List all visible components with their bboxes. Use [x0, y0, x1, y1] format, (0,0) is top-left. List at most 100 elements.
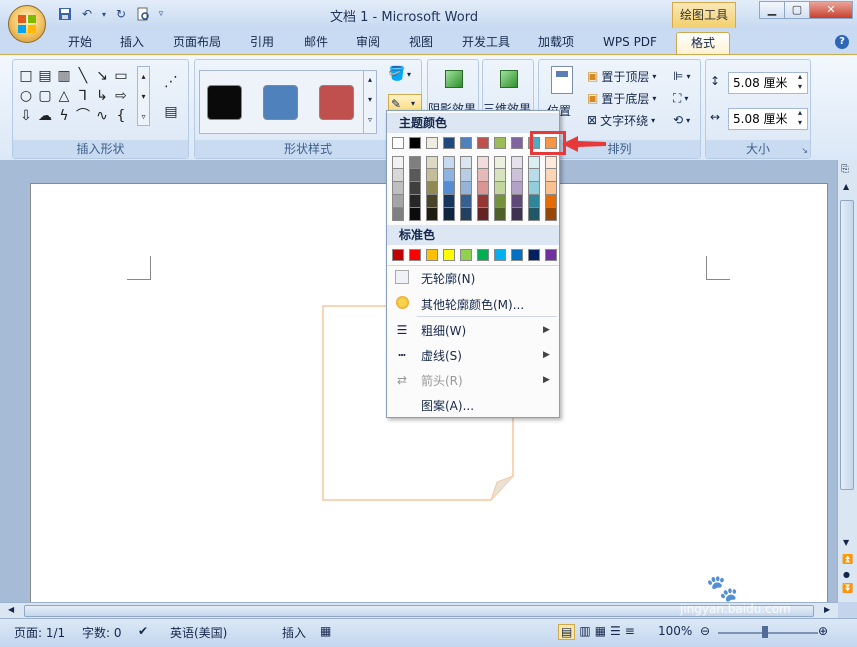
theme-shade-swatch[interactable]	[477, 208, 489, 221]
brace-shape-icon[interactable]: {	[113, 108, 129, 124]
scroll-left-icon[interactable]: ◀	[8, 605, 14, 614]
maximize-button[interactable]: ▢	[784, 1, 810, 19]
text-wrap-button[interactable]: ⊠ 文字环绕 ▾	[587, 110, 655, 130]
tab-review[interactable]: 审阅	[350, 32, 386, 54]
theme-color-swatch[interactable]	[409, 137, 421, 149]
size-dialog-launcher-icon[interactable]: ↘	[801, 146, 808, 155]
theme-shade-swatch[interactable]	[409, 182, 421, 195]
standard-color-swatch[interactable]	[443, 249, 455, 261]
tab-insert[interactable]: 插入	[114, 32, 150, 54]
zoom-out-icon[interactable]: ⊖	[700, 624, 710, 638]
scroll-down-icon[interactable]: ▼	[843, 538, 849, 547]
web-layout-view-icon[interactable]: ▦	[595, 624, 606, 640]
theme-shade-swatch[interactable]	[477, 195, 489, 208]
theme-shade-swatch[interactable]	[426, 156, 438, 169]
shadow-effects-icon[interactable]	[445, 70, 463, 88]
theme-shade-swatch[interactable]	[528, 208, 540, 221]
theme-shade-swatch[interactable]	[528, 195, 540, 208]
draft-view-icon[interactable]: ≡	[625, 624, 635, 640]
standard-color-swatch[interactable]	[392, 249, 404, 261]
edit-shape-icon[interactable]: ⋰	[163, 74, 179, 90]
theme-shade-swatch[interactable]	[494, 169, 506, 182]
zoom-slider[interactable]	[718, 632, 818, 634]
page-count[interactable]: 页面: 1/1	[14, 624, 65, 641]
send-to-back-button[interactable]: ▣ 置于底层 ▾	[587, 88, 656, 108]
theme-shade-swatch[interactable]	[545, 182, 557, 195]
vertical-scroll-thumb[interactable]	[840, 200, 854, 490]
styles-gallery-scroll[interactable]: ▴ ▾ ▿	[363, 70, 376, 134]
elbow-connector-icon[interactable]: ⅂	[75, 88, 91, 104]
oval-shape-icon[interactable]: ○	[18, 88, 34, 104]
more-outline-colors-item[interactable]: 其他轮廓颜色(M)...	[387, 292, 559, 316]
theme-shade-swatch[interactable]	[443, 156, 455, 169]
align-icon[interactable]: ⊫ ▾	[673, 66, 690, 86]
theme-shade-swatch[interactable]	[443, 208, 455, 221]
theme-shade-swatch[interactable]	[511, 182, 523, 195]
minimize-button[interactable]: ▁	[759, 1, 785, 19]
scroll-up-icon[interactable]: ▲	[843, 182, 849, 191]
undo-icon[interactable]: ↶	[78, 5, 96, 23]
browse-object-icon[interactable]: ●	[843, 570, 850, 579]
theme-shade-swatch[interactable]	[494, 182, 506, 195]
group-icon[interactable]: ⛶ ▾	[673, 88, 688, 108]
theme-shade-swatch[interactable]	[511, 208, 523, 221]
bring-to-front-button[interactable]: ▣ 置于顶层 ▾	[587, 66, 656, 86]
theme-shade-swatch[interactable]	[545, 169, 557, 182]
width-spinner[interactable]: ▴ ▾	[798, 108, 802, 128]
next-page-icon[interactable]: ⏬	[842, 584, 853, 594]
cloud-shape-icon[interactable]: ☁	[37, 108, 53, 124]
tab-developer[interactable]: 开发工具	[456, 32, 516, 54]
weight-item[interactable]: ☰ 粗细(W) ▶	[387, 318, 559, 342]
redo-icon[interactable]: ↻	[112, 5, 130, 23]
theme-shade-swatch[interactable]	[426, 182, 438, 195]
theme-shade-swatch[interactable]	[545, 195, 557, 208]
fill-bucket-icon[interactable]: 🪣	[388, 66, 405, 82]
theme-shade-swatch[interactable]	[528, 156, 540, 169]
theme-shade-swatch[interactable]	[511, 169, 523, 182]
prev-page-icon[interactable]: ⏫	[842, 555, 853, 565]
standard-color-swatch[interactable]	[545, 249, 557, 261]
theme-shade-swatch[interactable]	[392, 156, 404, 169]
tab-wps-pdf[interactable]: WPS PDF	[596, 32, 664, 54]
theme-shade-swatch[interactable]	[392, 208, 404, 221]
vertical-textbox-icon[interactable]: ▥	[56, 68, 72, 84]
standard-color-swatch[interactable]	[528, 249, 540, 261]
full-screen-view-icon[interactable]: ▥	[579, 624, 590, 640]
theme-shade-swatch[interactable]	[460, 169, 472, 182]
tab-page-layout[interactable]: 页面布局	[168, 32, 226, 54]
rectangle-shape-icon[interactable]: □	[18, 68, 34, 84]
theme-shade-swatch[interactable]	[426, 195, 438, 208]
theme-shade-swatch[interactable]	[409, 208, 421, 221]
macro-record-icon[interactable]: ▦	[320, 624, 331, 638]
standard-color-swatch[interactable]	[511, 249, 523, 261]
zoom-in-icon[interactable]: ⊕	[818, 624, 828, 638]
theme-shade-swatch[interactable]	[392, 182, 404, 195]
elbow-arrow-icon[interactable]: ↳	[94, 88, 110, 104]
lightning-shape-icon[interactable]: ϟ	[56, 108, 72, 124]
no-outline-item[interactable]: 无轮廓(N)	[387, 266, 559, 290]
theme-shade-swatch[interactable]	[443, 169, 455, 182]
arrows-item[interactable]: ⇄ 箭头(R) ▶	[387, 368, 559, 392]
height-spinner[interactable]: ▴ ▾	[798, 72, 802, 92]
shape-style-red[interactable]	[319, 85, 354, 120]
tab-mailings[interactable]: 邮件	[298, 32, 334, 54]
word-count[interactable]: 字数: 0	[82, 624, 122, 641]
theme-shade-swatch[interactable]	[477, 182, 489, 195]
block-arrow-icon[interactable]: ⇨	[113, 88, 129, 104]
outline-view-icon[interactable]: ☰	[610, 624, 621, 640]
tab-view[interactable]: 视图	[403, 32, 439, 54]
print-preview-icon[interactable]	[134, 5, 152, 23]
line-shape-icon[interactable]: ╲	[75, 68, 91, 84]
tab-home[interactable]: 开始	[62, 32, 98, 54]
theme-color-swatch[interactable]	[477, 137, 489, 149]
theme-shade-swatch[interactable]	[460, 156, 472, 169]
theme-shade-swatch[interactable]	[443, 195, 455, 208]
theme-shade-swatch[interactable]	[443, 182, 455, 195]
proofing-icon[interactable]: ✔	[138, 624, 148, 638]
theme-color-swatch[interactable]	[426, 137, 438, 149]
theme-color-swatch[interactable]	[494, 137, 506, 149]
zoom-level[interactable]: 100%	[658, 624, 692, 638]
theme-shade-swatch[interactable]	[528, 169, 540, 182]
undo-dropdown-icon[interactable]: ▾	[100, 5, 108, 23]
triangle-shape-icon[interactable]: △	[56, 88, 72, 104]
